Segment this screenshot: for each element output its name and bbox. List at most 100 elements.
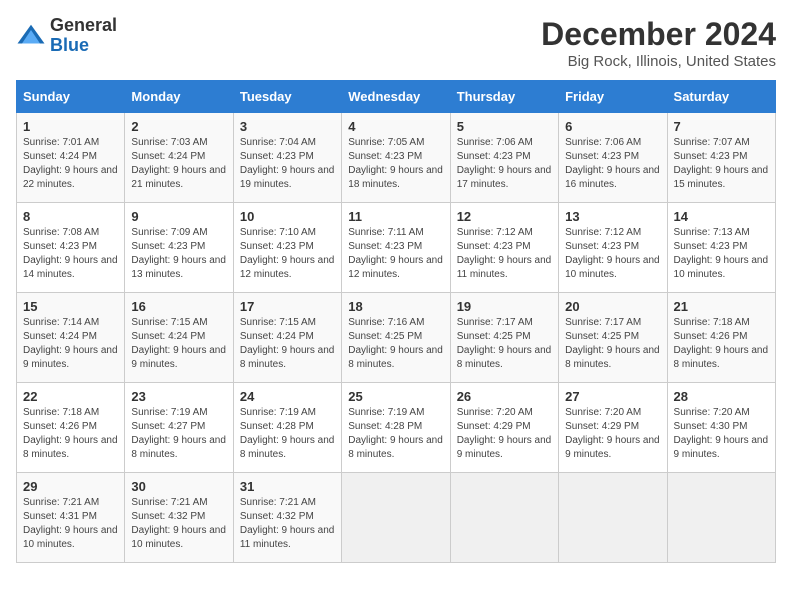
calendar-cell: 25 Sunrise: 7:19 AMSunset: 4:28 PMDaylig… [342,383,450,473]
day-number: 31 [240,479,335,494]
calendar-cell [559,473,667,563]
week-row-3: 15 Sunrise: 7:14 AMSunset: 4:24 PMDaylig… [17,293,776,383]
header-saturday: Saturday [667,81,775,113]
day-detail: Sunrise: 7:03 AMSunset: 4:24 PMDaylight:… [131,137,226,190]
day-detail: Sunrise: 7:17 AMSunset: 4:25 PMDaylight:… [457,317,552,370]
day-number: 18 [348,299,443,314]
calendar-cell: 30 Sunrise: 7:21 AMSunset: 4:32 PMDaylig… [125,473,233,563]
calendar-cell: 27 Sunrise: 7:20 AMSunset: 4:29 PMDaylig… [559,383,667,473]
day-detail: Sunrise: 7:20 AMSunset: 4:29 PMDaylight:… [565,407,660,460]
day-detail: Sunrise: 7:15 AMSunset: 4:24 PMDaylight:… [131,317,226,370]
calendar-cell: 1 Sunrise: 7:01 AMSunset: 4:24 PMDayligh… [17,113,125,203]
day-detail: Sunrise: 7:17 AMSunset: 4:25 PMDaylight:… [565,317,660,370]
day-detail: Sunrise: 7:12 AMSunset: 4:23 PMDaylight:… [457,227,552,280]
calendar-cell: 20 Sunrise: 7:17 AMSunset: 4:25 PMDaylig… [559,293,667,383]
day-number: 28 [674,389,769,404]
day-number: 2 [131,119,226,134]
calendar-cell: 19 Sunrise: 7:17 AMSunset: 4:25 PMDaylig… [450,293,558,383]
calendar-cell: 13 Sunrise: 7:12 AMSunset: 4:23 PMDaylig… [559,203,667,293]
calendar-cell: 22 Sunrise: 7:18 AMSunset: 4:26 PMDaylig… [17,383,125,473]
calendar-cell: 15 Sunrise: 7:14 AMSunset: 4:24 PMDaylig… [17,293,125,383]
day-detail: Sunrise: 7:19 AMSunset: 4:28 PMDaylight:… [240,407,335,460]
day-number: 22 [23,389,118,404]
day-number: 19 [457,299,552,314]
day-detail: Sunrise: 7:01 AMSunset: 4:24 PMDaylight:… [23,137,118,190]
calendar-cell: 26 Sunrise: 7:20 AMSunset: 4:29 PMDaylig… [450,383,558,473]
header-tuesday: Tuesday [233,81,341,113]
day-number: 9 [131,209,226,224]
day-detail: Sunrise: 7:07 AMSunset: 4:23 PMDaylight:… [674,137,769,190]
calendar-cell: 12 Sunrise: 7:12 AMSunset: 4:23 PMDaylig… [450,203,558,293]
day-number: 12 [457,209,552,224]
day-detail: Sunrise: 7:21 AMSunset: 4:31 PMDaylight:… [23,497,118,550]
calendar-cell: 16 Sunrise: 7:15 AMSunset: 4:24 PMDaylig… [125,293,233,383]
day-number: 11 [348,209,443,224]
day-number: 6 [565,119,660,134]
day-number: 10 [240,209,335,224]
calendar-cell: 23 Sunrise: 7:19 AMSunset: 4:27 PMDaylig… [125,383,233,473]
day-number: 15 [23,299,118,314]
calendar-cell: 29 Sunrise: 7:21 AMSunset: 4:31 PMDaylig… [17,473,125,563]
day-detail: Sunrise: 7:15 AMSunset: 4:24 PMDaylight:… [240,317,335,370]
day-detail: Sunrise: 7:11 AMSunset: 4:23 PMDaylight:… [348,227,443,280]
calendar-cell: 4 Sunrise: 7:05 AMSunset: 4:23 PMDayligh… [342,113,450,203]
day-detail: Sunrise: 7:13 AMSunset: 4:23 PMDaylight:… [674,227,769,280]
day-number: 4 [348,119,443,134]
day-detail: Sunrise: 7:08 AMSunset: 4:23 PMDaylight:… [23,227,118,280]
calendar-cell: 2 Sunrise: 7:03 AMSunset: 4:24 PMDayligh… [125,113,233,203]
logo-icon [16,21,46,51]
logo: General Blue [16,16,117,56]
calendar-cell: 9 Sunrise: 7:09 AMSunset: 4:23 PMDayligh… [125,203,233,293]
day-number: 21 [674,299,769,314]
day-detail: Sunrise: 7:18 AMSunset: 4:26 PMDaylight:… [23,407,118,460]
header-wednesday: Wednesday [342,81,450,113]
header-monday: Monday [125,81,233,113]
logo-blue-text: Blue [50,36,117,56]
calendar-cell [450,473,558,563]
day-number: 16 [131,299,226,314]
day-number: 29 [23,479,118,494]
day-number: 5 [457,119,552,134]
calendar-cell: 31 Sunrise: 7:21 AMSunset: 4:32 PMDaylig… [233,473,341,563]
calendar-cell: 18 Sunrise: 7:16 AMSunset: 4:25 PMDaylig… [342,293,450,383]
day-number: 23 [131,389,226,404]
calendar-cell: 3 Sunrise: 7:04 AMSunset: 4:23 PMDayligh… [233,113,341,203]
day-detail: Sunrise: 7:21 AMSunset: 4:32 PMDaylight:… [240,497,335,550]
day-detail: Sunrise: 7:19 AMSunset: 4:28 PMDaylight:… [348,407,443,460]
header-friday: Friday [559,81,667,113]
calendar-cell: 17 Sunrise: 7:15 AMSunset: 4:24 PMDaylig… [233,293,341,383]
calendar-cell: 21 Sunrise: 7:18 AMSunset: 4:26 PMDaylig… [667,293,775,383]
day-number: 7 [674,119,769,134]
header: General Blue December 2024 Big Rock, Ill… [16,16,776,70]
day-number: 24 [240,389,335,404]
header-sunday: Sunday [17,81,125,113]
calendar-cell [342,473,450,563]
day-number: 17 [240,299,335,314]
day-detail: Sunrise: 7:10 AMSunset: 4:23 PMDaylight:… [240,227,335,280]
calendar-cell: 5 Sunrise: 7:06 AMSunset: 4:23 PMDayligh… [450,113,558,203]
week-row-2: 8 Sunrise: 7:08 AMSunset: 4:23 PMDayligh… [17,203,776,293]
header-row: SundayMondayTuesdayWednesdayThursdayFrid… [17,81,776,113]
day-detail: Sunrise: 7:16 AMSunset: 4:25 PMDaylight:… [348,317,443,370]
calendar-cell: 10 Sunrise: 7:10 AMSunset: 4:23 PMDaylig… [233,203,341,293]
day-detail: Sunrise: 7:05 AMSunset: 4:23 PMDaylight:… [348,137,443,190]
week-row-5: 29 Sunrise: 7:21 AMSunset: 4:31 PMDaylig… [17,473,776,563]
day-number: 26 [457,389,552,404]
calendar-cell: 11 Sunrise: 7:11 AMSunset: 4:23 PMDaylig… [342,203,450,293]
day-number: 8 [23,209,118,224]
day-number: 20 [565,299,660,314]
day-number: 25 [348,389,443,404]
day-detail: Sunrise: 7:09 AMSunset: 4:23 PMDaylight:… [131,227,226,280]
day-detail: Sunrise: 7:20 AMSunset: 4:30 PMDaylight:… [674,407,769,460]
title-section: December 2024 Big Rock, Illinois, United… [541,16,776,70]
day-detail: Sunrise: 7:18 AMSunset: 4:26 PMDaylight:… [674,317,769,370]
day-detail: Sunrise: 7:06 AMSunset: 4:23 PMDaylight:… [457,137,552,190]
calendar-cell: 14 Sunrise: 7:13 AMSunset: 4:23 PMDaylig… [667,203,775,293]
main-title: December 2024 [541,16,776,53]
day-detail: Sunrise: 7:12 AMSunset: 4:23 PMDaylight:… [565,227,660,280]
calendar-cell [667,473,775,563]
calendar-table: SundayMondayTuesdayWednesdayThursdayFrid… [16,80,776,563]
day-number: 3 [240,119,335,134]
day-detail: Sunrise: 7:19 AMSunset: 4:27 PMDaylight:… [131,407,226,460]
calendar-cell: 6 Sunrise: 7:06 AMSunset: 4:23 PMDayligh… [559,113,667,203]
